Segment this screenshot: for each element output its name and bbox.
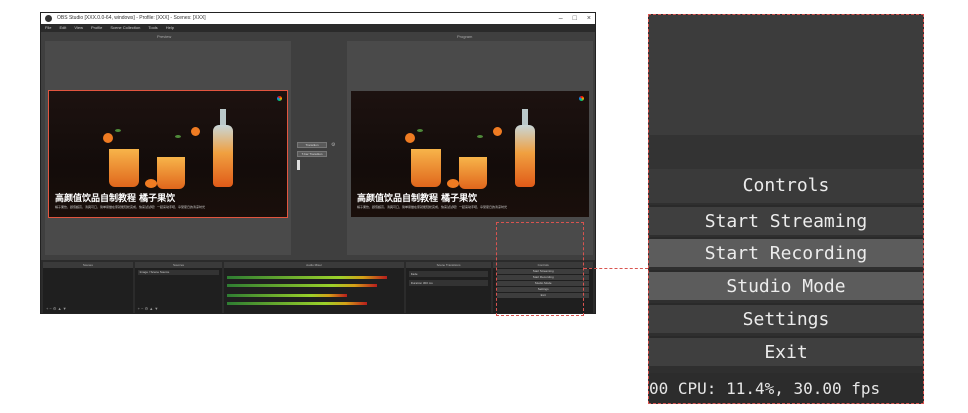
controls-title: Controls xyxy=(649,169,923,203)
sources-footer-icons[interactable]: + − ⚙ ▲ ▼ xyxy=(138,306,159,311)
exit-button[interactable]: Exit xyxy=(649,336,923,366)
start-streaming-button[interactable]: Start Streaming xyxy=(649,205,923,235)
close-button[interactable]: × xyxy=(587,13,591,24)
start-recording-button[interactable]: Start Recording xyxy=(649,237,923,267)
sources-dock-title: Sources xyxy=(134,262,223,268)
scene-caption: 橘子果饮，颜值超高，清爽可口，简单易做在家就能轻松完成，快来试试吧！一起来动手吧… xyxy=(55,205,206,209)
scene-image: 高颜值饮品自制教程 橘子果饮 橘子果饮，颜值超高，清爽可口，简单易做在家就能轻松… xyxy=(48,90,288,218)
menu-bar: File Edit View Profile Scene Collection … xyxy=(41,24,595,32)
studio-mode-button[interactable]: Studio Mode xyxy=(649,270,923,300)
orange-icon xyxy=(191,127,200,136)
menu-view[interactable]: View xyxy=(74,24,83,32)
obs-logo-icon xyxy=(45,15,52,22)
menu-edit[interactable]: Edit xyxy=(59,24,66,32)
drink-glass-icon xyxy=(411,149,441,187)
scene-title: 高颜值饮品自制教程 橘子果饮 xyxy=(55,194,176,204)
audio-mixer-title: Audio Mixer xyxy=(224,262,404,268)
drink-glass-icon xyxy=(459,157,487,189)
quick-transition[interactable]: T-bar Transition xyxy=(297,151,327,157)
scene-title: 高颜值饮品自制教程 橘子果饮 xyxy=(357,194,478,204)
leaf-icon xyxy=(175,135,181,138)
title-bar: OBS Studio [XXX.0.0-64, windows] - Profi… xyxy=(41,13,595,24)
scene-transitions-dock: Scene Transitions Fade Duration 300 ms xyxy=(405,262,492,313)
source-item[interactable]: Image / Scene Source xyxy=(137,270,220,275)
brand-logo-icon xyxy=(277,96,282,101)
scenes-dock: Scenes + − ⚙ ▲ ▼ xyxy=(43,262,133,313)
controls-highlight-box xyxy=(496,222,584,316)
menu-help[interactable]: Help xyxy=(166,24,174,32)
bottle-icon xyxy=(213,125,233,187)
bottle-icon xyxy=(515,125,535,187)
gear-icon[interactable]: ⚙ xyxy=(331,142,335,148)
audio-meter xyxy=(227,294,348,297)
audio-meter xyxy=(227,284,378,287)
leaf-icon xyxy=(115,129,121,132)
scenes-footer-icons[interactable]: + − ⚙ ▲ ▼ xyxy=(46,306,67,311)
orange-icon xyxy=(493,127,502,136)
preview-label: Preview xyxy=(157,34,172,39)
transition-button[interactable]: Transition xyxy=(297,142,327,148)
menu-profile[interactable]: Profile xyxy=(91,24,102,32)
transition-controls: Transition ⚙ T-bar Transition xyxy=(297,142,341,170)
menu-scene-collection[interactable]: Scene Collection xyxy=(110,24,140,32)
duration-field[interactable]: Duration 300 ms xyxy=(408,280,489,286)
controls-zoom-panel: Controls Start Streaming Start Recording… xyxy=(648,14,924,404)
zoom-panel-separator xyxy=(649,135,923,169)
audio-meter xyxy=(227,276,388,279)
orange-icon xyxy=(447,179,459,188)
settings-button[interactable]: Settings xyxy=(649,303,923,333)
orange-icon xyxy=(103,133,113,143)
leaf-icon xyxy=(477,135,483,138)
callout-connector xyxy=(584,268,648,269)
minimize-button[interactable]: – xyxy=(559,13,563,24)
transition-select[interactable]: Fade xyxy=(408,271,489,277)
scene-caption: 橘子果饮，颜值超高，清爽可口，简单易做在家就能轻松完成，快来试试吧！一起来动手吧… xyxy=(357,205,508,209)
duration-value: 300 ms xyxy=(422,281,433,285)
drink-glass-icon xyxy=(109,149,139,187)
maximize-button[interactable]: □ xyxy=(573,13,577,24)
menu-tools[interactable]: Tools xyxy=(148,24,157,32)
status-bar: 00 CPU: 11.4%, 30.00 fps xyxy=(649,373,923,403)
brand-logo-icon xyxy=(579,96,584,101)
audio-meter xyxy=(227,302,368,305)
orange-icon xyxy=(145,179,157,188)
tbar-slider[interactable] xyxy=(297,160,300,170)
leaf-icon xyxy=(417,129,423,132)
scenes-dock-title: Scenes xyxy=(43,262,133,268)
duration-label: Duration xyxy=(410,281,423,285)
scene-transitions-title: Scene Transitions xyxy=(405,262,492,268)
scene-image: 高颜值饮品自制教程 橘子果饮 橘子果饮，颜值超高，清爽可口，简单易做在家就能轻松… xyxy=(351,91,589,217)
zoom-panel-top xyxy=(649,15,923,135)
window-title: OBS Studio [XXX.0.0-64, windows] - Profi… xyxy=(57,15,206,21)
program-label: Program xyxy=(457,34,473,39)
drink-glass-icon xyxy=(157,157,185,189)
menu-file[interactable]: File xyxy=(45,24,51,32)
sources-dock: Sources Image / Scene Source + − ⚙ ▲ ▼ xyxy=(134,262,223,313)
audio-mixer-dock: Audio Mixer xyxy=(224,262,404,313)
orange-icon xyxy=(405,133,415,143)
preview-pane[interactable]: 高颜值饮品自制教程 橘子果饮 橘子果饮，颜值超高，清爽可口，简单易做在家就能轻松… xyxy=(45,41,291,255)
